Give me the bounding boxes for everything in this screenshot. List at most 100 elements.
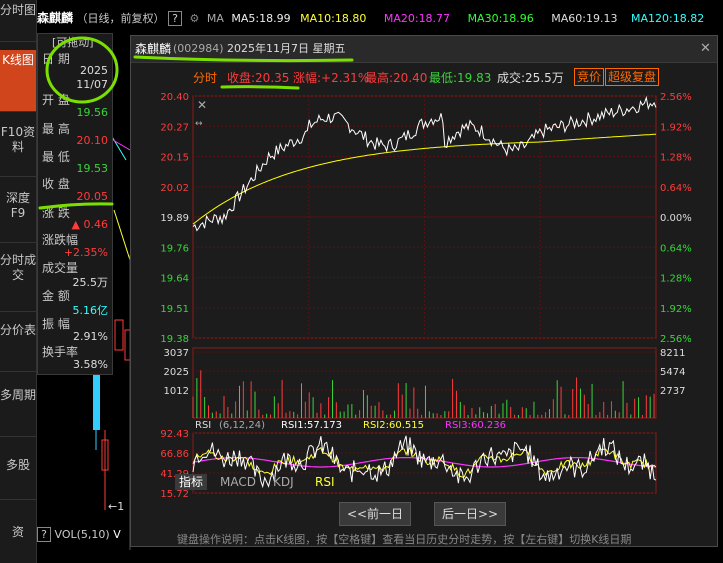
price-tick-right: 1.28% [660,274,692,285]
help-button[interactable]: ? [168,11,183,26]
rsi-label: RSI [195,420,211,431]
rsi1-value: RSI1:57.173 [281,420,342,431]
price-tick-right: 2.56% [660,334,692,345]
keyboard-hint: 键盘操作说明：点击K线图，按【空格键】查看当日历史分时走势，按【左右键】切换K线… [177,533,632,546]
change-value: ▲ 0.46 [71,218,108,231]
tab-multi-period[interactable]: 多周期 [0,385,36,437]
dialog-stock-name: 森麒麟 [135,42,172,56]
high-value: 20.10 [76,134,109,147]
high-label: 最 高 [42,122,70,136]
rsi3-value: RSI3:60.236 [445,420,506,431]
date-md: 11/07 [76,78,108,91]
stock-name: 森麒麟 [37,11,74,25]
rsi-panel-frame [192,432,657,494]
tab-timeshare[interactable]: 分时图 [0,0,36,42]
open-value: 19.56 [76,106,109,119]
rsi-tick: 66.86 [160,449,189,460]
price-tick-right: 0.64% [660,183,692,194]
tab-depth-f9[interactable]: 深度F9 [0,188,36,243]
price-tick-left: 19.76 [160,243,189,254]
amount-value: 5.16亿 [72,304,109,317]
change-label: 涨 跌 [42,206,70,220]
volume-tick-right: 2737 [660,386,685,397]
price-tick-right: 0.64% [660,243,692,254]
date-label: 日 期 [42,52,70,66]
price-tick-left: 19.64 [160,274,189,285]
volume-tick-left: 3037 [164,348,189,359]
ma30-value: MA30:18.96 [467,12,534,25]
ma20-value: MA20:18.77 [383,12,451,25]
change-pct: 涨幅:+2.31% [293,71,370,85]
pct-value: +2.35% [63,246,108,259]
tab-multi-stock[interactable]: 多股 [0,455,36,500]
tab-more[interactable]: 资 [0,522,36,552]
date-year: 2025 [80,64,108,77]
next-day-button[interactable]: 后一日>> [434,502,506,526]
rsi-tick: 15.72 [160,489,189,498]
volume-value: 25.5万 [72,276,109,289]
auction-button[interactable]: 竞价 [574,68,605,86]
volume-total: 成交:25.5万 [497,71,564,85]
avg-price-line [192,133,657,225]
prev-day-button[interactable]: <<前一日 [339,502,411,526]
volume-panel-frame [192,347,657,419]
tab-indicator[interactable]: 指标 [175,474,208,490]
vol-help-button[interactable]: ? [37,527,51,542]
tab-tick-trades[interactable]: 分时成交 [0,250,36,312]
close-icon: ✕ [197,98,207,112]
tab-kline[interactable]: K线图 [0,50,36,112]
amplitude-label: 振 幅 [42,317,70,331]
dialog-stock-code: (002984) [173,42,224,55]
price-tick-left: 20.27 [160,122,189,133]
rsi1-line [192,435,657,489]
close-icon[interactable]: ✕ [700,41,711,57]
low-price: 最低:19.83 [429,71,492,85]
vol-label: VOL(5,10) [54,528,110,541]
resize-arrows-icon: ↔ [195,119,203,129]
tab-rsi[interactable]: RSI [315,474,335,490]
price-tick-right: 0.00% [660,213,692,224]
price-tick-left: 19.51 [160,304,189,315]
close-price: 收盘:20.35 [227,71,290,85]
close-label: 收 盘 [42,177,70,191]
vol-strip: ? VOL(5,10) V [37,527,130,543]
tab-f10[interactable]: F10资料 [0,122,36,177]
rsi2-value: RSI2:60.515 [363,420,424,431]
drag-hint[interactable]: [可拖动] [52,34,94,50]
price-tick-left: 19.89 [160,213,189,224]
vol-v: V [113,528,121,541]
low-value: 19.53 [76,162,109,175]
open-label: 开 盘 [42,93,70,107]
tab-kdj[interactable]: KDJ [273,474,294,490]
ma120-value: MA120:18.82 [631,12,705,25]
kline-header: 森麒麟 （日线，前复权） ? ⚙ MA MA5:18.99 MA10:18.80… [37,9,723,31]
amplitude-value: 2.91% [73,330,108,343]
intraday-charts[interactable]: 20.40 2.56% 20.27 1.92% 20.15 1.28% 20.02 0.64%… [131,88,717,498]
turnover-value: 3.58% [73,358,108,371]
dialog-title-bar[interactable]: 森麒麟 (002984) 2025年11月7日 星期五 ✕ [131,36,717,63]
volume-tick-left: 1012 [164,386,189,397]
tab-macd[interactable]: MACD [220,474,256,490]
rsi-params: (6,12,24) [219,420,265,431]
price-tick-left: 19.38 [160,334,189,345]
rsi-tick: 92.43 [160,429,189,440]
close-value: 20.05 [76,190,109,203]
price-tick-right: 1.28% [660,153,692,164]
tab-price-table[interactable]: 分价表 [0,320,36,372]
ma10-value: MA10:18.80 [300,12,367,25]
bar-info-panel[interactable]: [可拖动] 日 期 2025 11/07 开 盘 19.56 最 高 20.10… [37,33,113,375]
price-pointer: ←1 [108,500,125,513]
volume-tick-right: 8211 [660,348,685,359]
dialog-date: 2025年11月7日 星期五 [227,42,346,55]
gear-icon[interactable]: ⚙ [190,12,200,25]
price-tick-left: 20.15 [160,153,189,164]
volume-tick-left: 2025 [164,367,189,378]
tab-timeshare-dialog[interactable]: 分时 [193,70,217,86]
low-label: 最 低 [42,150,70,164]
intraday-replay-dialog[interactable]: 森麒麟 (002984) 2025年11月7日 星期五 ✕ 分时 收盘:20.3… [130,35,718,547]
super-replay-button[interactable]: 超级复盘 [605,68,660,86]
price-tick-left: 20.40 [160,92,189,103]
volume-tick-right: 5474 [660,367,685,378]
price-tick-left: 20.02 [160,183,189,194]
ma-label: MA [206,12,224,25]
